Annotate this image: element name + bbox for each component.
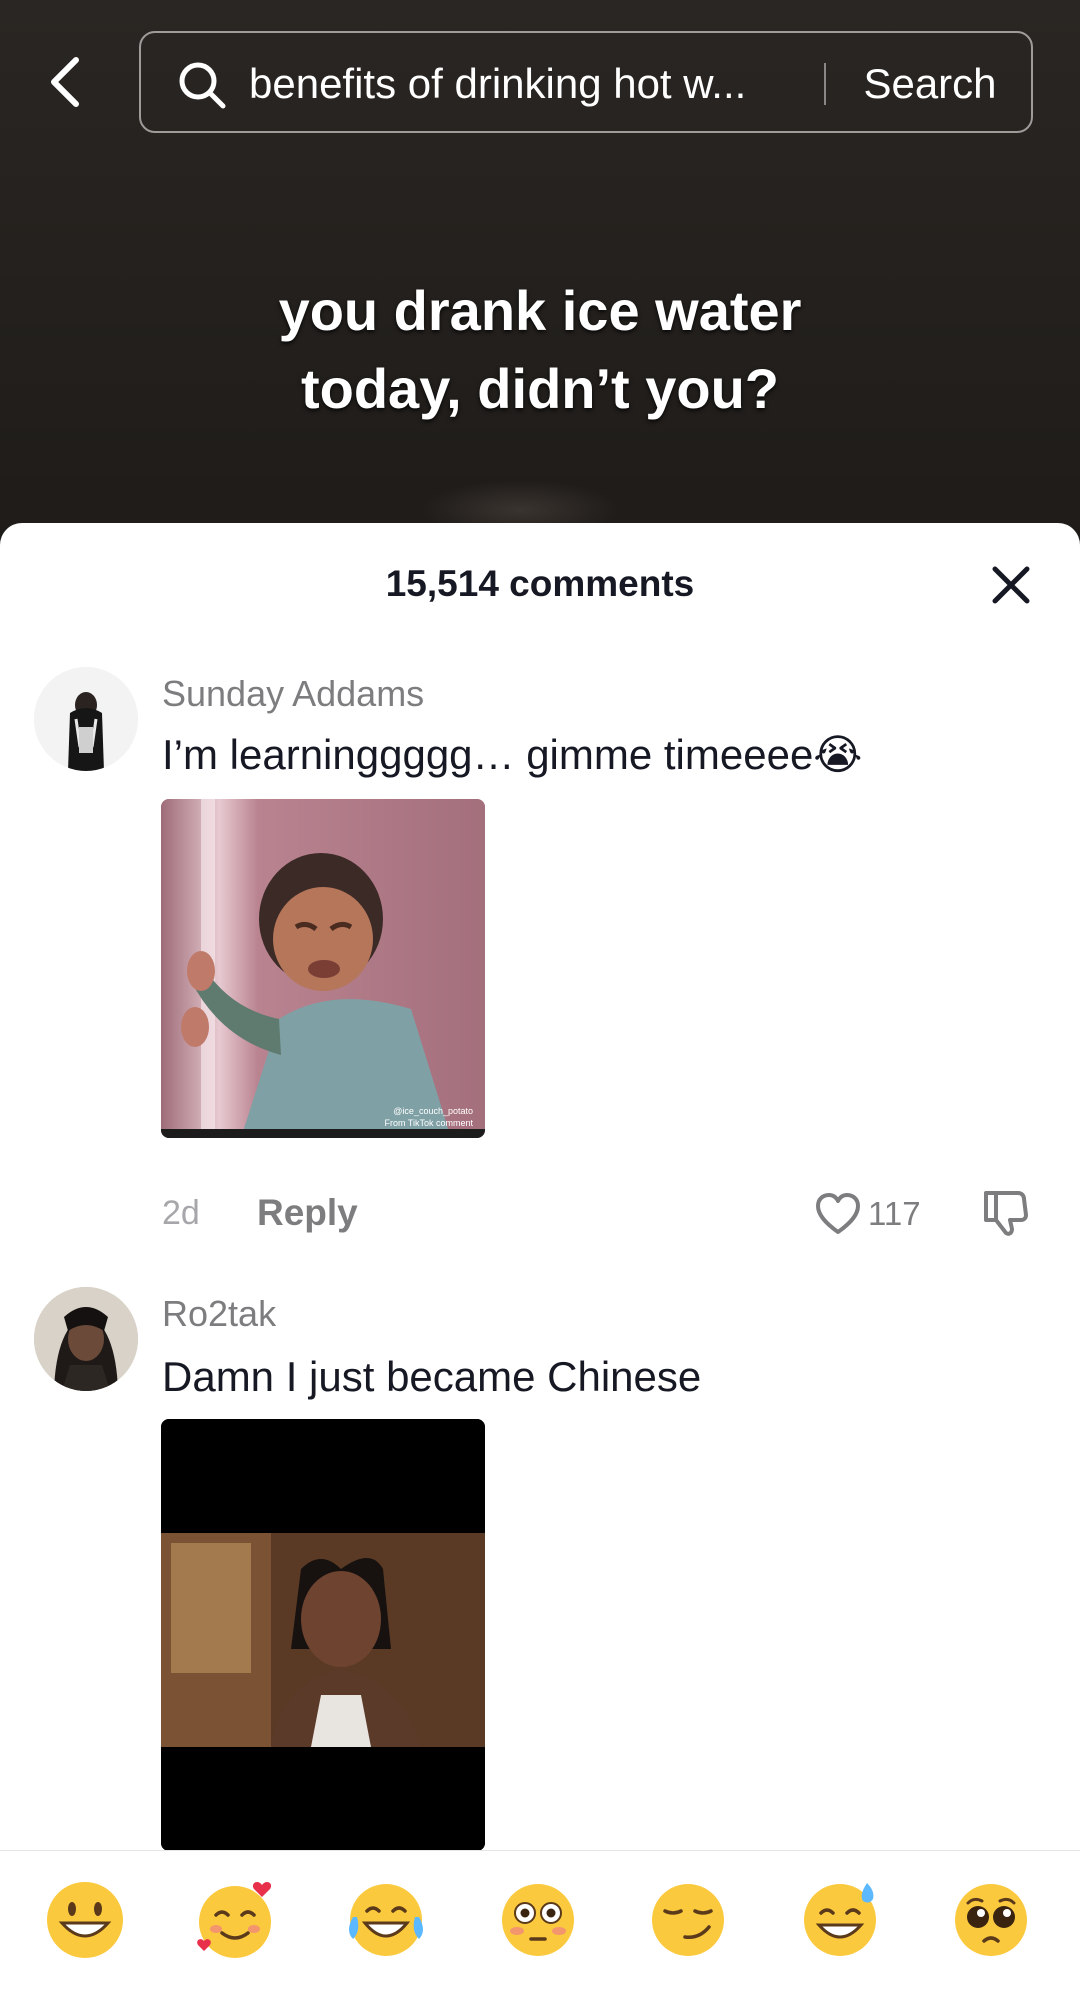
- comments-count-title: 15,514 comments: [385, 563, 695, 604]
- tears-of-joy-icon[interactable]: [343, 1877, 429, 1963]
- avatar-image: [34, 1287, 138, 1391]
- pleading-face-icon[interactable]: [948, 1877, 1034, 1963]
- emoji-quick-bar: [0, 1850, 1080, 1992]
- smirking-face-icon[interactable]: [645, 1877, 731, 1963]
- video-caption-line-1: you drank ice water: [278, 279, 802, 342]
- comments-sheet: 15,514 comments Sunday Addams I’m learni…: [0, 523, 1080, 1992]
- avatar[interactable]: [34, 1287, 138, 1391]
- reply-button[interactable]: Reply: [257, 1191, 358, 1235]
- comment-username[interactable]: Ro2tak: [162, 1291, 276, 1337]
- image-watermark-source: From TikTok comment: [384, 1118, 473, 1128]
- comment-attached-image[interactable]: [161, 1419, 485, 1851]
- grinning-face-icon[interactable]: [42, 1877, 128, 1963]
- image-watermark-handle: @ice_couch_potato: [393, 1106, 473, 1116]
- thumbs-down-icon: [984, 1191, 1028, 1236]
- comment-text: Damn I just became Chinese: [162, 1353, 702, 1400]
- video-still-image: [161, 1419, 485, 1851]
- like-button[interactable]: 117: [814, 1187, 924, 1241]
- back-button[interactable]: [34, 46, 94, 118]
- search-input[interactable]: benefits of drinking hot w... Search: [139, 31, 1033, 133]
- search-button[interactable]: Search: [845, 55, 1015, 113]
- video-caption: you drank ice water today, didn’t you?: [140, 272, 940, 428]
- search-icon: [179, 62, 226, 109]
- avatar-image: [34, 667, 138, 771]
- avatar[interactable]: [34, 667, 138, 771]
- comment-attached-image[interactable]: @ice_couch_potato From TikTok comment: [161, 799, 485, 1138]
- close-button[interactable]: [985, 559, 1037, 611]
- comment-timestamp: 2d: [162, 1194, 200, 1232]
- chevron-left-icon: [51, 57, 79, 107]
- flushed-face-icon[interactable]: [495, 1877, 581, 1963]
- heart-icon: [816, 1193, 860, 1234]
- like-count: 117: [868, 1195, 921, 1232]
- close-icon: [992, 566, 1030, 604]
- comment-username[interactable]: Sunday Addams: [162, 671, 424, 717]
- comment-text: I’m learninggggg… gimme timeeee😭: [162, 731, 863, 778]
- smiling-face-with-hearts-icon[interactable]: [192, 1877, 278, 1963]
- crying-toddler-image: @ice_couch_potato From TikTok comment: [161, 799, 485, 1138]
- dislike-button[interactable]: [982, 1187, 1034, 1241]
- search-divider: [824, 63, 826, 105]
- grinning-face-with-sweat-icon[interactable]: [797, 1877, 883, 1963]
- video-caption-line-2: today, didn’t you?: [300, 357, 780, 420]
- search-query-text[interactable]: benefits of drinking hot w...: [249, 57, 809, 111]
- top-bar: benefits of drinking hot w... Search: [0, 0, 1080, 160]
